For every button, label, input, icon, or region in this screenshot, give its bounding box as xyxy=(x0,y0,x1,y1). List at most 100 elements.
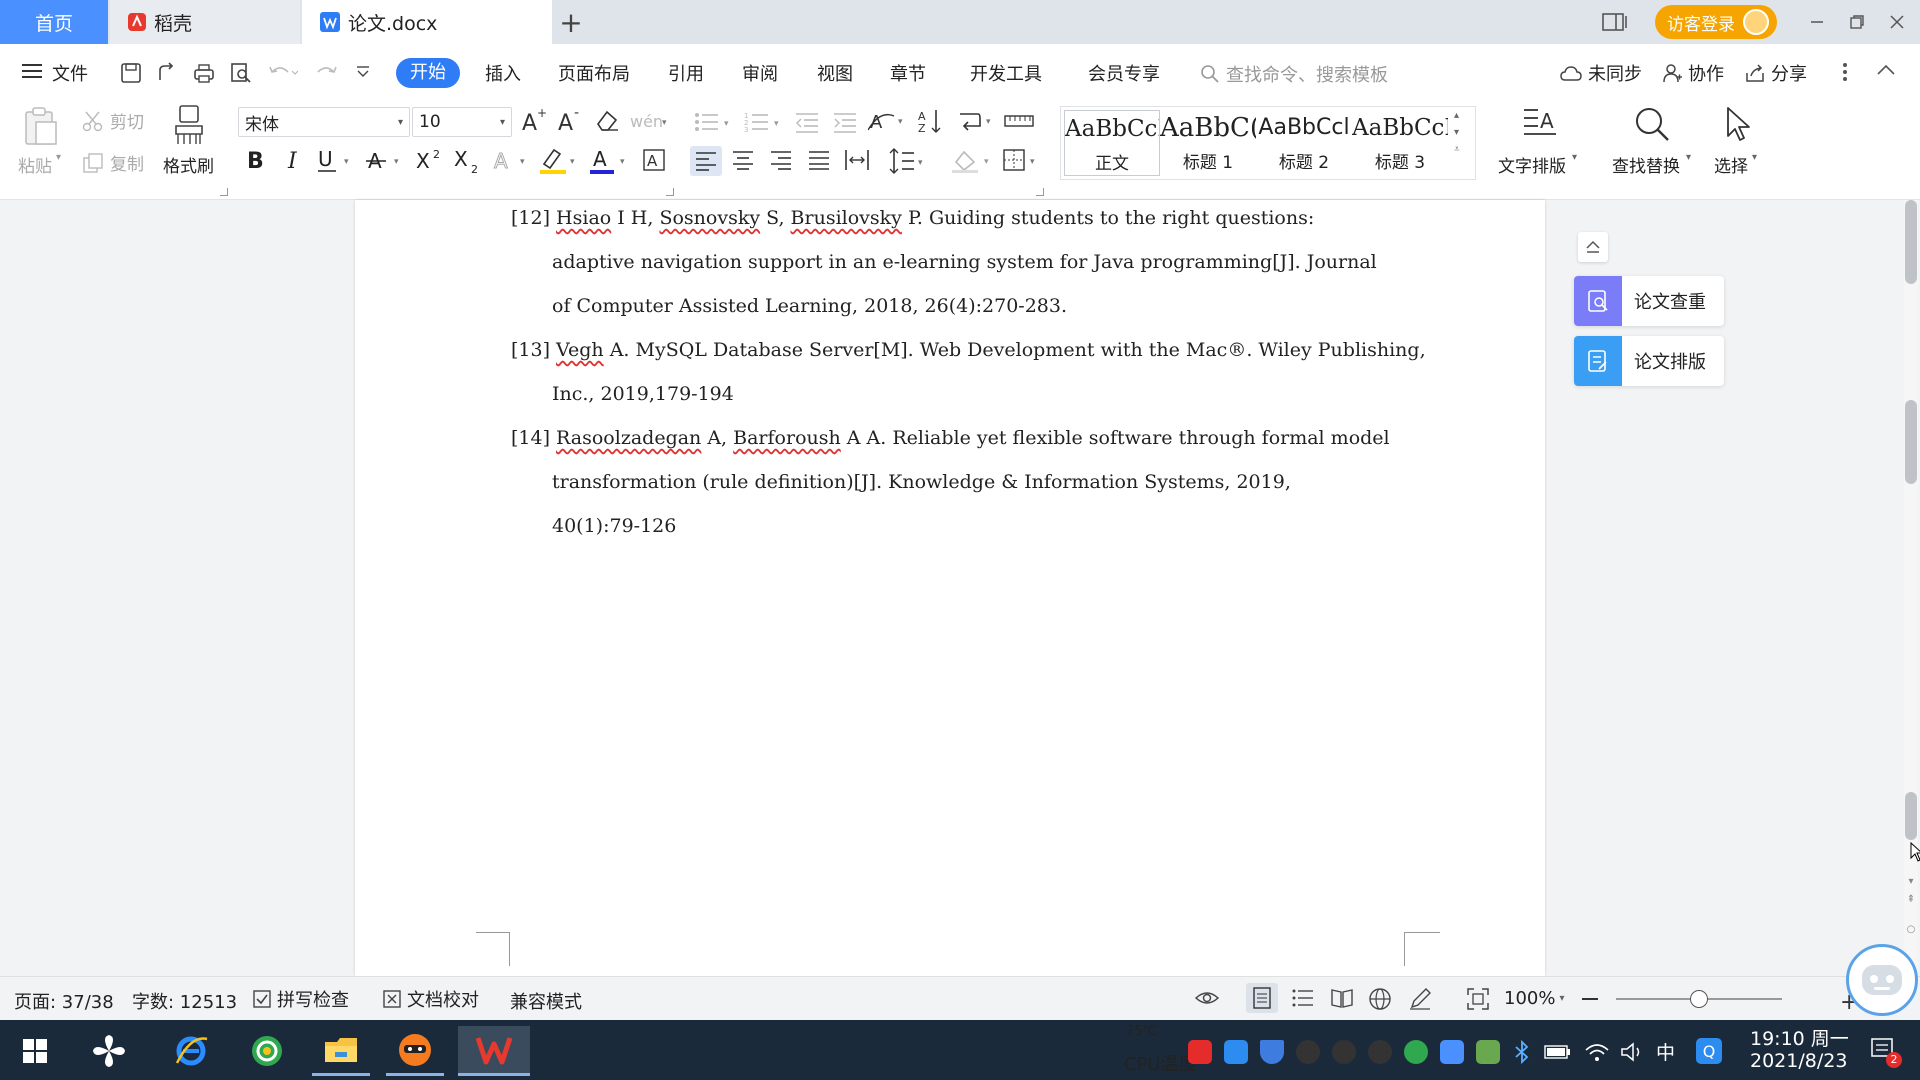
find-replace-button[interactable]: 查找替换 xyxy=(1612,152,1680,177)
text-effect-icon[interactable]: A ▾ xyxy=(492,146,532,174)
text-layout-icon[interactable]: A xyxy=(1520,104,1560,144)
restore-icon[interactable] xyxy=(1840,8,1874,36)
strikethrough-icon[interactable]: A ▾ xyxy=(366,146,406,174)
tab-devtools[interactable]: 开发工具 xyxy=(970,60,1042,86)
tray-app-blue-icon[interactable] xyxy=(1224,1040,1248,1064)
spelling-error[interactable]: Hsiao xyxy=(556,207,611,229)
numbered-list-icon[interactable]: 1 2 3 ▾ xyxy=(744,110,784,134)
fit-page-icon[interactable] xyxy=(1466,987,1490,1011)
spelling-error[interactable]: Sosnovsky xyxy=(659,207,760,229)
font-size-select[interactable]: 10 ▾ xyxy=(412,107,512,137)
new-tab-button[interactable]: + xyxy=(556,0,586,44)
spell-check-button[interactable]: 拼写检查 xyxy=(252,986,349,1012)
qq-icon[interactable] xyxy=(1368,1040,1392,1064)
format-painter-icon[interactable] xyxy=(172,104,206,146)
bluetooth-icon[interactable] xyxy=(1514,1040,1530,1064)
select-cursor-icon[interactable] xyxy=(1722,104,1754,144)
battery-icon[interactable] xyxy=(1544,1044,1572,1060)
outline-view-icon[interactable] xyxy=(1292,988,1314,1008)
collab-button[interactable]: 协作 xyxy=(1662,60,1724,86)
close-icon[interactable] xyxy=(1880,8,1914,36)
web-view-icon[interactable] xyxy=(1368,987,1392,1011)
tab-home[interactable]: 首页 xyxy=(0,0,108,44)
search-tray-icon[interactable]: Q xyxy=(1696,1038,1722,1064)
assistant-robot-icon[interactable] xyxy=(1846,944,1918,1016)
spelling-error[interactable]: Barforoush xyxy=(733,427,841,449)
increase-indent-icon[interactable] xyxy=(832,110,858,134)
subscript-icon[interactable]: X2 xyxy=(452,146,486,176)
hamburger-icon[interactable] xyxy=(22,63,42,79)
font-color-icon[interactable]: A ▾ xyxy=(590,146,630,176)
text-layout-dropdown-icon[interactable]: ▾ xyxy=(1572,152,1577,163)
collapse-ribbon-icon[interactable] xyxy=(1876,64,1896,76)
tab-reference[interactable]: 引用 xyxy=(668,60,704,86)
wps-writer-taskbar-icon[interactable] xyxy=(458,1026,530,1076)
tray-plus-icon[interactable] xyxy=(1404,1040,1428,1064)
paste-button[interactable]: 粘贴 xyxy=(18,152,52,177)
spelling-error[interactable]: Brusilovsky xyxy=(791,207,902,229)
ime-indicator[interactable]: 中 xyxy=(1656,1038,1675,1065)
paragraph-group-launcher-icon[interactable] xyxy=(1036,188,1044,196)
eye-protection-icon[interactable] xyxy=(1194,987,1220,1009)
tray-cloud-icon[interactable] xyxy=(1440,1040,1464,1064)
file-explorer-icon[interactable] xyxy=(312,1026,370,1076)
shrink-font-icon[interactable]: A- xyxy=(556,106,584,134)
align-center-icon[interactable] xyxy=(732,150,754,170)
tab-start[interactable]: 开始 xyxy=(396,58,460,88)
app-pinwheel-icon[interactable] xyxy=(80,1026,138,1076)
align-right-icon[interactable] xyxy=(770,150,792,170)
tab-view[interactable]: 视图 xyxy=(817,60,853,86)
media-player-icon[interactable] xyxy=(386,1026,444,1076)
page-up-icon[interactable]: ⇞ xyxy=(1904,894,1918,905)
browser-360-icon[interactable] xyxy=(238,1026,296,1076)
select-dropdown-icon[interactable]: ▾ xyxy=(1752,152,1757,163)
redo-icon[interactable] xyxy=(316,62,338,84)
doc-proofread-button[interactable]: 文档校对 xyxy=(382,986,479,1012)
char-border-icon[interactable]: A xyxy=(642,148,668,174)
paste-icon[interactable] xyxy=(22,106,60,146)
zoom-select[interactable]: 100% ▾ xyxy=(1504,988,1565,1009)
decrease-indent-icon[interactable] xyxy=(794,110,820,134)
grow-font-icon[interactable]: A + xyxy=(520,106,548,134)
collapse-panel-icon[interactable] xyxy=(1578,232,1608,262)
qq-icon[interactable] xyxy=(1296,1040,1320,1064)
expand-gallery-icon[interactable]: ⩡ xyxy=(1454,144,1460,155)
style-normal[interactable]: AaBbCcI 正文 xyxy=(1064,110,1160,176)
more-options-icon[interactable] xyxy=(1842,62,1848,82)
scroll-down-arrow-icon[interactable]: ▾ xyxy=(1904,876,1918,887)
pinyin-guide-icon[interactable]: wén ▾ xyxy=(630,107,670,133)
justify-icon[interactable] xyxy=(808,150,830,170)
cpu-temp-widget[interactable]: 75℃ CPU温度 xyxy=(1124,1024,1197,1075)
guest-login-button[interactable]: 访客登录 xyxy=(1655,5,1777,39)
tab-daoke[interactable]: 稻壳 xyxy=(110,0,300,44)
bold-icon[interactable]: B xyxy=(244,146,268,174)
sync-status[interactable]: 未同步 xyxy=(1560,60,1642,86)
spelling-error[interactable]: Vegh xyxy=(556,339,604,361)
share-button[interactable]: 分享 xyxy=(1745,60,1807,86)
tab-insert[interactable]: 插入 xyxy=(485,60,521,86)
layout-toggle-icon[interactable] xyxy=(1598,8,1632,36)
zoom-slider-thumb[interactable] xyxy=(1690,990,1708,1008)
save-icon[interactable] xyxy=(120,62,142,84)
zoom-out-icon[interactable] xyxy=(1582,998,1598,1000)
find-replace-icon[interactable] xyxy=(1632,104,1672,144)
clock-date[interactable]: 2021/8/23 xyxy=(1750,1050,1847,1072)
paper-format-button[interactable]: 论文排版 xyxy=(1574,336,1724,386)
command-search[interactable]: 查找命令、搜索模板 xyxy=(1200,61,1388,87)
format-painter-button[interactable]: 格式刷 xyxy=(163,152,214,177)
clear-format-icon[interactable] xyxy=(594,108,620,132)
line-spacing-icon[interactable]: ▾ xyxy=(888,147,928,175)
chevron-down-icon[interactable]: ▾ xyxy=(1454,127,1460,138)
write-mode-icon[interactable] xyxy=(1408,987,1432,1011)
zoom-slider-track[interactable] xyxy=(1616,990,1782,1008)
styles-scroll-controls[interactable]: ▴ ▾ ⩡ xyxy=(1454,110,1460,155)
shield-icon[interactable] xyxy=(1260,1040,1284,1064)
tab-chapter[interactable]: 章节 xyxy=(890,60,926,86)
export-icon[interactable] xyxy=(156,62,178,84)
highlight-color-icon[interactable]: ▾ xyxy=(540,146,580,176)
word-count[interactable]: 字数: 12513 xyxy=(132,988,237,1014)
reading-view-icon[interactable] xyxy=(1330,987,1354,1009)
select-button[interactable]: 选择 xyxy=(1714,152,1748,177)
spelling-error[interactable]: Rasoolzadegan xyxy=(556,427,701,449)
text-layout-button[interactable]: 文字排版 xyxy=(1498,152,1566,177)
